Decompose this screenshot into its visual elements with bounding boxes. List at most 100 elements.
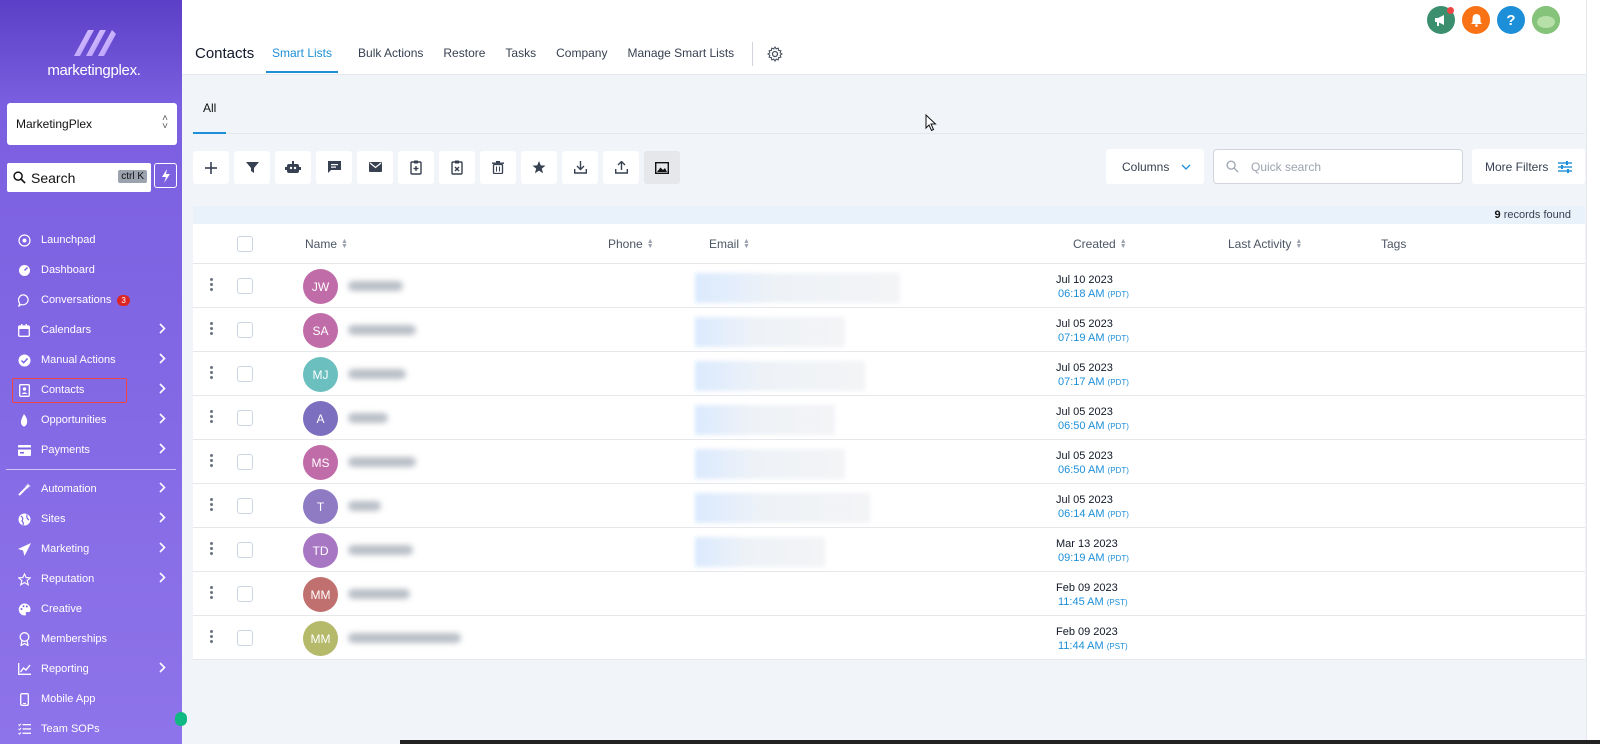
contact-name-redacted[interactable] [348, 457, 416, 467]
tab-all[interactable]: All [193, 92, 226, 134]
avatar[interactable]: TD [303, 533, 338, 568]
row-checkbox[interactable] [237, 278, 253, 294]
contact-name-redacted[interactable] [348, 545, 413, 555]
sidebar-item-team-sops[interactable]: Team SOPs [0, 714, 182, 744]
sidebar-item-payments[interactable]: Payments [0, 435, 182, 465]
columns-button[interactable]: Columns [1106, 149, 1204, 184]
review-request-button[interactable] [521, 151, 557, 184]
filter-button[interactable] [234, 151, 270, 184]
sidebar-item-conversations[interactable]: Conversations 3 [0, 285, 182, 315]
export-button[interactable] [562, 151, 598, 184]
sidebar-item-sites[interactable]: Sites [0, 504, 182, 534]
column-created[interactable]: Created ▲ ▼ [1073, 237, 1127, 251]
sidebar-search[interactable]: Search ctrl K [7, 163, 151, 192]
avatar[interactable]: JW [303, 269, 338, 304]
table-row[interactable]: SA Jul 05 2023 07:19 AM (PDT) [193, 308, 1585, 352]
add-contact-button[interactable] [193, 151, 229, 184]
sidebar-item-contacts[interactable]: Contacts [0, 375, 182, 405]
remove-tag-button[interactable] [439, 151, 475, 184]
table-row[interactable]: TD Mar 13 2023 09:19 AM (PDT) [193, 528, 1585, 572]
column-email[interactable]: Email ▲ ▼ [709, 237, 750, 251]
row-menu-icon[interactable] [210, 322, 213, 337]
row-menu-icon[interactable] [210, 410, 213, 425]
table-row[interactable]: MJ Jul 05 2023 07:17 AM (PDT) [193, 352, 1585, 396]
select-all-checkbox[interactable] [237, 236, 253, 252]
account-switcher[interactable]: MarketingPlex ˄ ˅ [7, 103, 177, 145]
add-tag-button[interactable] [398, 151, 434, 184]
help-icon[interactable]: ? [1497, 6, 1525, 34]
row-menu-icon[interactable] [210, 278, 213, 293]
contact-name-redacted[interactable] [348, 589, 410, 599]
avatar[interactable]: A [303, 401, 338, 436]
avatar[interactable]: T [303, 489, 338, 524]
sidebar-item-automation[interactable]: Automation [0, 474, 182, 504]
import-button[interactable] [603, 151, 639, 184]
quick-action-button[interactable] [154, 163, 177, 188]
sidebar-item-reputation[interactable]: Reputation [0, 564, 182, 594]
tab-manage-smart-lists[interactable]: Manage Smart Lists [627, 46, 734, 73]
tab-tasks[interactable]: Tasks [505, 46, 536, 73]
sidebar-item-calendars[interactable]: Calendars [0, 315, 182, 345]
avatar[interactable]: MM [303, 577, 338, 612]
more-filters-button[interactable]: More Filters [1472, 149, 1585, 184]
tab-smart-lists[interactable]: Smart Lists [266, 46, 339, 73]
quick-search[interactable] [1213, 149, 1463, 184]
table-row[interactable]: MM Feb 09 2023 11:44 AM (PST) [193, 616, 1585, 660]
quick-search-input[interactable] [1251, 159, 1451, 174]
delete-button[interactable] [480, 151, 516, 184]
row-checkbox[interactable] [237, 410, 253, 426]
contact-name-redacted[interactable] [348, 281, 403, 291]
column-name[interactable]: Name ▲ ▼ [305, 237, 348, 251]
contact-name-redacted[interactable] [348, 501, 381, 511]
table-row[interactable]: MM Feb 09 2023 11:45 AM (PST) [193, 572, 1585, 616]
contact-name-redacted[interactable] [348, 325, 416, 335]
avatar[interactable]: MM [303, 621, 338, 656]
table-row[interactable]: A Jul 05 2023 06:50 AM (PDT) [193, 396, 1585, 440]
sidebar-item-manual-actions[interactable]: Manual Actions [0, 345, 182, 375]
email-button[interactable] [357, 151, 393, 184]
contact-name-redacted[interactable] [348, 633, 461, 643]
column-phone[interactable]: Phone ▲ ▼ [608, 237, 654, 251]
megaphone-icon[interactable] [1427, 6, 1455, 34]
row-menu-icon[interactable] [210, 498, 213, 513]
sidebar-item-dashboard[interactable]: Dashboard [0, 255, 182, 285]
row-menu-icon[interactable] [210, 542, 213, 557]
sidebar-item-creative[interactable]: Creative [0, 594, 182, 624]
row-checkbox[interactable] [237, 366, 253, 382]
row-menu-icon[interactable] [210, 454, 213, 469]
avatar[interactable]: SA [303, 313, 338, 348]
column-tags[interactable]: Tags [1381, 237, 1406, 251]
row-checkbox[interactable] [237, 586, 253, 602]
settings-gear-icon[interactable] [767, 46, 784, 73]
row-checkbox[interactable] [237, 454, 253, 470]
logo[interactable]: marketingplex. [46, 26, 142, 86]
automation-button[interactable] [275, 151, 311, 184]
table-row[interactable]: MS Jul 05 2023 06:50 AM (PDT) [193, 440, 1585, 484]
row-checkbox[interactable] [237, 322, 253, 338]
merge-button[interactable] [644, 151, 680, 184]
sms-button[interactable] [316, 151, 352, 184]
tab-bulk-actions[interactable]: Bulk Actions [358, 46, 423, 73]
avatar[interactable]: MS [303, 445, 338, 480]
row-checkbox[interactable] [237, 630, 253, 646]
row-checkbox[interactable] [237, 542, 253, 558]
row-menu-icon[interactable] [210, 366, 213, 381]
table-row[interactable]: JW Jul 10 2023 06:18 AM (PDT) [193, 264, 1585, 308]
column-last-activity[interactable]: Last Activity ▲ ▼ [1228, 237, 1302, 251]
sidebar-item-launchpad[interactable]: Launchpad [0, 225, 182, 255]
table-row[interactable]: T Jul 05 2023 06:14 AM (PDT) [193, 484, 1585, 528]
sidebar-item-memberships[interactable]: Memberships [0, 624, 182, 654]
row-menu-icon[interactable] [210, 586, 213, 601]
contact-name-redacted[interactable] [348, 413, 388, 423]
bell-icon[interactable] [1462, 6, 1490, 34]
avatar-icon[interactable] [1532, 6, 1560, 34]
row-menu-icon[interactable] [210, 630, 213, 645]
tab-company[interactable]: Company [556, 46, 607, 73]
scrollbar[interactable] [1586, 0, 1600, 744]
contact-name-redacted[interactable] [348, 369, 406, 379]
tab-restore[interactable]: Restore [443, 46, 485, 73]
sidebar-item-marketing[interactable]: Marketing [0, 534, 182, 564]
sidebar-item-opportunities[interactable]: Opportunities [0, 405, 182, 435]
row-checkbox[interactable] [237, 498, 253, 514]
sidebar-item-mobile-app[interactable]: Mobile App [0, 684, 182, 714]
